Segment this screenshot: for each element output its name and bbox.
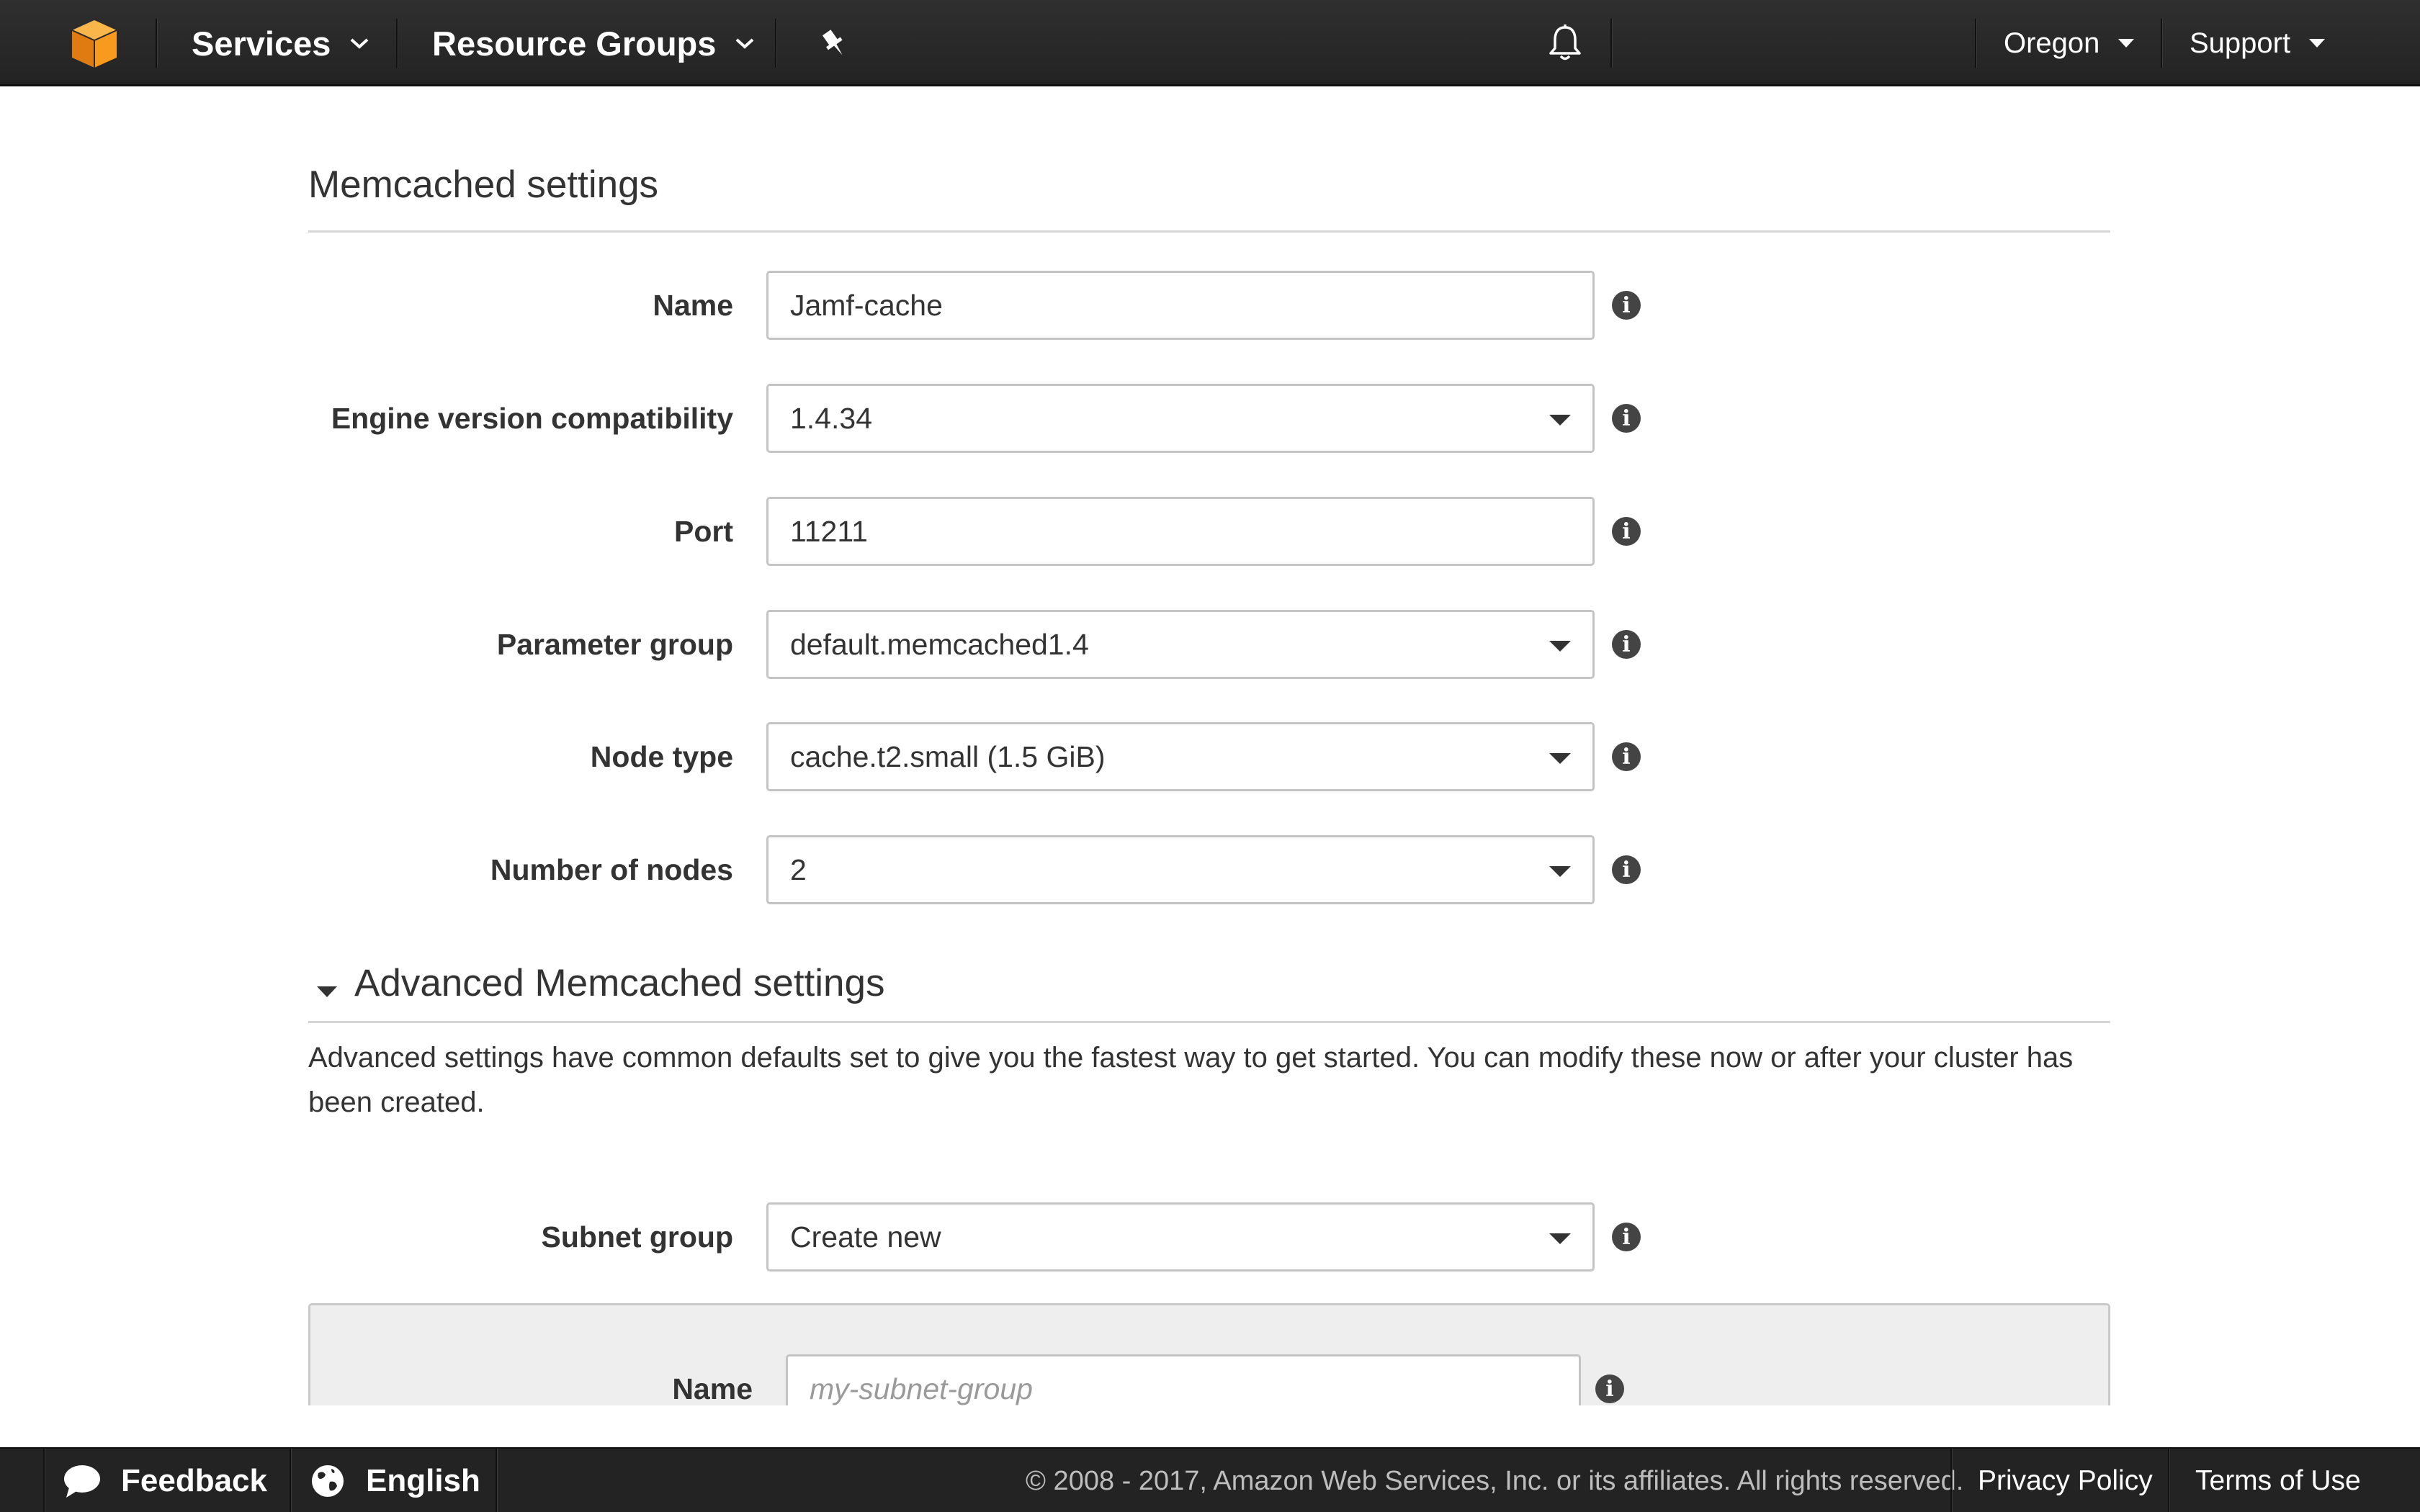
advanced-divider <box>308 1021 2110 1023</box>
caret-down-icon <box>2309 39 2326 48</box>
name-input[interactable] <box>766 271 1595 340</box>
port-input[interactable] <box>766 497 1595 566</box>
support-menu[interactable]: Support <box>2190 0 2326 86</box>
caret-down-icon <box>2118 39 2135 48</box>
port-row: Port i <box>308 497 2110 566</box>
engine-version-select[interactable]: 1.4.34 <box>766 384 1595 453</box>
feedback-button[interactable]: Feedback <box>62 1449 267 1512</box>
dropdown-arrow-icon <box>1549 415 1571 426</box>
subnet-group-select[interactable]: Create new <box>766 1202 1595 1272</box>
number-of-nodes-label: Number of nodes <box>490 852 733 886</box>
section-divider <box>308 230 2110 233</box>
engine-row: Engine version compatibility 1.4.34 i <box>308 384 2110 453</box>
language-label: English <box>366 1463 480 1498</box>
parameter-group-select[interactable]: default.memcached1.4 <box>766 610 1595 679</box>
globe-icon <box>312 1465 344 1497</box>
info-icon[interactable]: i <box>1595 1374 1624 1403</box>
info-icon[interactable]: i <box>1612 404 1641 433</box>
subnet-group-label: Subnet group <box>541 1220 733 1254</box>
node-type-select[interactable]: cache.t2.small (1.5 GiB) <box>766 722 1595 791</box>
number-of-nodes-row: Number of nodes 2 i <box>308 835 2110 904</box>
info-icon[interactable]: i <box>1612 630 1641 659</box>
feedback-label: Feedback <box>121 1463 267 1498</box>
name-label: Name <box>653 288 733 322</box>
language-selector[interactable]: English <box>310 1449 480 1512</box>
region-selector[interactable]: Oregon <box>2004 0 2135 86</box>
top-nav: Services Resource Groups Oregon Support <box>0 0 2420 86</box>
parameter-group-row: Parameter group default.memcached1.4 i <box>308 610 2110 679</box>
port-label: Port <box>674 514 733 548</box>
terms-of-use-link[interactable]: Terms of Use <box>2195 1449 2361 1512</box>
dropdown-arrow-icon <box>1549 753 1571 764</box>
region-label: Oregon <box>2004 27 2100 59</box>
pin-icon <box>822 30 843 55</box>
resource-groups-label: Resource Groups <box>432 24 717 63</box>
bell-icon <box>1549 24 1581 60</box>
engine-label: Engine version compatibility <box>331 401 733 435</box>
info-icon[interactable]: i <box>1612 291 1641 320</box>
info-icon[interactable]: i <box>1612 1223 1641 1251</box>
name-row: Name i <box>308 271 2110 340</box>
support-label: Support <box>2190 27 2291 59</box>
node-type-value: cache.t2.small (1.5 GiB) <box>790 739 1106 773</box>
info-icon[interactable]: i <box>1612 855 1641 884</box>
advanced-section-toggle[interactable]: Advanced Memcached settings <box>354 961 885 1005</box>
advanced-description: Advanced settings have common defaults s… <box>308 1042 2074 1118</box>
number-of-nodes-value: 2 <box>790 852 807 886</box>
services-label: Services <box>192 24 331 63</box>
parameter-group-label: Parameter group <box>496 627 733 661</box>
footer: Feedback English © 2008 - 2017, Amazon W… <box>0 1447 2420 1512</box>
resource-groups-menu[interactable]: Resource Groups <box>432 0 755 86</box>
terms-of-use-label: Terms of Use <box>2195 1465 2361 1496</box>
page-bottom-spacer <box>0 1405 2420 1447</box>
engine-version-value: 1.4.34 <box>790 401 872 435</box>
node-type-label: Node type <box>590 739 733 773</box>
section-title: Memcached settings <box>308 163 659 206</box>
copyright-text: © 2008 - 2017, Amazon Web Services, Inc.… <box>1026 1465 1964 1496</box>
info-icon[interactable]: i <box>1612 517 1641 546</box>
dropdown-arrow-icon <box>1549 866 1571 877</box>
number-of-nodes-select[interactable]: 2 <box>766 835 1595 904</box>
services-menu[interactable]: Services <box>192 0 369 86</box>
notifications-button[interactable] <box>1541 0 1589 86</box>
speech-bubble-icon <box>64 1465 100 1498</box>
parameter-group-value: default.memcached1.4 <box>790 627 1089 661</box>
chevron-down-icon <box>736 38 754 49</box>
dropdown-arrow-icon <box>1549 1233 1571 1244</box>
aws-cube-icon[interactable] <box>68 17 121 71</box>
privacy-policy-label: Privacy Policy <box>1978 1465 2153 1496</box>
collapse-triangle-icon[interactable] <box>317 986 337 997</box>
dropdown-arrow-icon <box>1549 641 1571 652</box>
chevron-down-icon <box>351 38 369 49</box>
node-type-row: Node type cache.t2.small (1.5 GiB) i <box>308 722 2110 791</box>
subnet-group-value: Create new <box>790 1220 941 1254</box>
subnet-group-row: Subnet group Create new i <box>308 1202 2110 1272</box>
pin-button[interactable] <box>812 0 856 86</box>
info-icon[interactable]: i <box>1612 742 1641 771</box>
privacy-policy-link[interactable]: Privacy Policy <box>1978 1449 2153 1512</box>
